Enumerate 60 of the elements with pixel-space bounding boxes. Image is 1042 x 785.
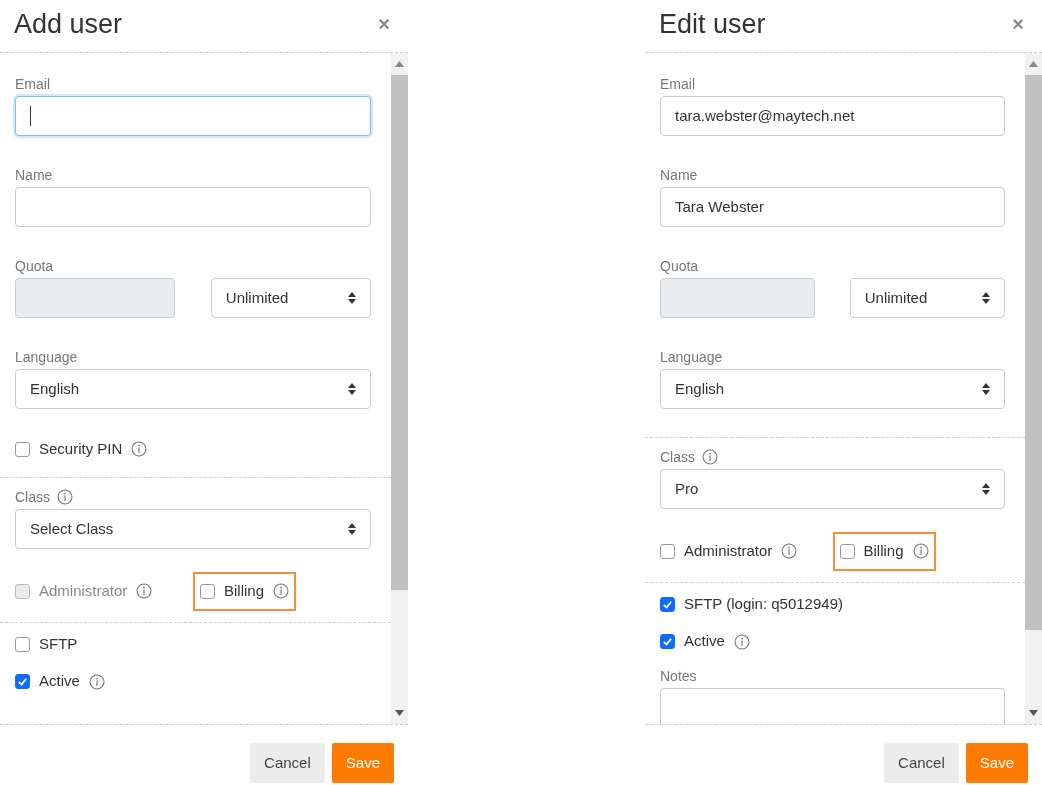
- checkbox[interactable]: [15, 674, 30, 689]
- checkbox-label: Billing: [224, 581, 265, 601]
- field-label: Language: [15, 348, 78, 366]
- field-label: Notes: [660, 666, 697, 685]
- checkbox[interactable]: [660, 543, 675, 559]
- field-label: Quota: [15, 257, 54, 275]
- checkmark-icon: [662, 636, 673, 647]
- text-field[interactable]: [15, 96, 371, 136]
- sort-caret-icon: [348, 292, 356, 304]
- scrollbar[interactable]: [391, 53, 408, 724]
- field-label: Email: [660, 75, 695, 93]
- field-label: Email: [15, 75, 50, 93]
- checkmark-icon: [662, 599, 673, 610]
- checkbox[interactable]: [660, 597, 675, 612]
- checkbox-label: Administrator: [684, 541, 773, 561]
- text-field[interactable]: Tara Webster: [660, 187, 1005, 227]
- dropdown[interactable]: English: [15, 369, 371, 409]
- dropdown[interactable]: Unlimited: [210, 278, 371, 318]
- checkbox-label: Active: [39, 671, 80, 692]
- checkbox-label: Administrator: [39, 581, 128, 601]
- checkbox[interactable]: [200, 583, 215, 599]
- sort-caret-icon: [982, 483, 990, 495]
- checkbox[interactable]: [15, 441, 30, 457]
- close-button[interactable]: ×: [1008, 14, 1028, 34]
- checkbox[interactable]: [839, 543, 855, 559]
- field-label: Class: [15, 488, 50, 506]
- scroll-down-icon[interactable]: [395, 710, 404, 716]
- dialog-title: Edit user: [659, 7, 766, 41]
- sort-caret-icon: [982, 292, 990, 304]
- sort-caret-icon: [982, 383, 990, 395]
- scroll-up-icon[interactable]: [1029, 61, 1038, 67]
- checkmark-icon: [17, 676, 28, 687]
- field-label: Class: [660, 448, 695, 466]
- text-field[interactable]: [15, 187, 371, 227]
- checkbox-label: Security PIN: [39, 438, 123, 459]
- notes-field[interactable]: [660, 687, 1005, 724]
- scroll-up-icon[interactable]: [395, 61, 404, 67]
- sort-caret-icon: [348, 383, 356, 395]
- checkbox-label: SFTP (login: q5012949): [684, 594, 843, 615]
- checkbox-label: Billing: [863, 541, 904, 561]
- text-field[interactable]: tara.webster@maytech.net: [660, 96, 1005, 136]
- dropdown[interactable]: Unlimited: [849, 278, 1005, 318]
- checkbox-label: SFTP: [39, 634, 78, 655]
- sort-caret-icon: [348, 523, 356, 535]
- scrollbar[interactable]: [1025, 53, 1042, 724]
- checkbox[interactable]: [15, 637, 30, 652]
- cancel-button[interactable]: Cancel: [250, 743, 325, 783]
- checkbox[interactable]: [660, 634, 675, 649]
- cancel-button[interactable]: Cancel: [884, 743, 959, 783]
- dropdown[interactable]: English: [660, 369, 1005, 409]
- field-label: Language: [660, 348, 723, 366]
- scroll-down-icon[interactable]: [1029, 710, 1038, 716]
- dropdown[interactable]: Pro: [660, 469, 1005, 509]
- field-label: Quota: [660, 257, 699, 275]
- dropdown[interactable]: Select Class: [15, 509, 371, 549]
- dialog-title: Add user: [14, 7, 123, 41]
- field-label: Name: [15, 166, 53, 184]
- close-button[interactable]: ×: [374, 14, 394, 34]
- field-label: Name: [660, 166, 698, 184]
- checkbox-label: Active: [684, 631, 725, 652]
